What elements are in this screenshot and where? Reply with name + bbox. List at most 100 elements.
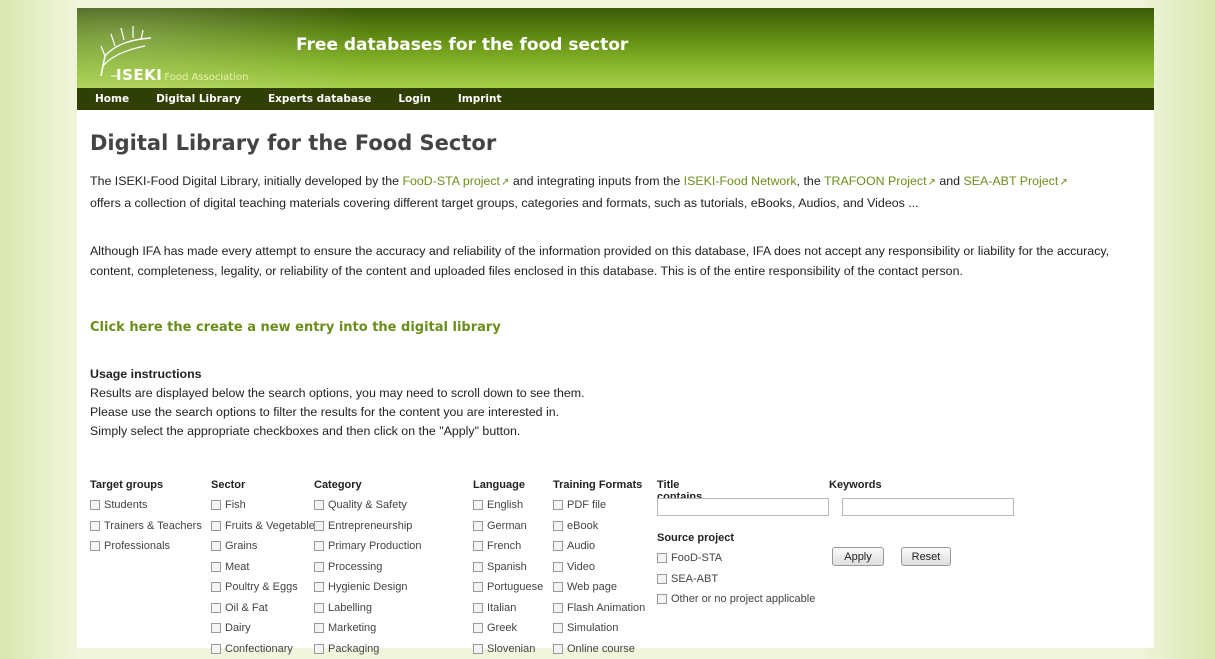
filter-option[interactable]: Dairy <box>211 618 320 639</box>
checkbox[interactable] <box>473 541 483 551</box>
filter-option[interactable]: SEA-ABT <box>657 569 815 590</box>
filter-option[interactable]: Professionals <box>90 536 202 557</box>
seaabt-project-link[interactable]: SEA-ABT Project <box>964 174 1059 188</box>
checkbox[interactable] <box>211 521 221 531</box>
checkbox[interactable] <box>314 603 324 613</box>
create-entry-link[interactable]: Click here the create a new entry into t… <box>90 320 501 335</box>
filter-option[interactable]: French <box>473 536 543 557</box>
option-label: French <box>487 540 521 552</box>
checkbox[interactable] <box>90 500 100 510</box>
nav-digital-library[interactable]: Digital Library <box>156 93 241 105</box>
checkbox[interactable] <box>314 562 324 572</box>
filter-option[interactable]: Audio <box>553 536 645 557</box>
filter-option[interactable]: Oil & Fat <box>211 598 320 619</box>
filter-option[interactable]: Confectionary <box>211 639 320 659</box>
checkbox[interactable] <box>473 500 483 510</box>
filter-option[interactable]: Students <box>90 495 202 516</box>
checkbox[interactable] <box>314 500 324 510</box>
option-label: Simulation <box>567 622 618 634</box>
checkbox[interactable] <box>90 541 100 551</box>
filter-option[interactable]: German <box>473 516 543 537</box>
checkbox[interactable] <box>473 582 483 592</box>
nav-login[interactable]: Login <box>398 93 431 105</box>
checkbox[interactable] <box>211 623 221 633</box>
nav-imprint[interactable]: Imprint <box>458 93 502 105</box>
checkbox[interactable] <box>657 553 667 563</box>
checkbox[interactable] <box>473 562 483 572</box>
checkbox[interactable] <box>473 603 483 613</box>
title-contains-input[interactable] <box>657 498 829 516</box>
intro-paragraph: The ISEKI-Food Digital Library, initiall… <box>90 171 1140 213</box>
checkbox[interactable] <box>314 582 324 592</box>
nav-home[interactable]: Home <box>95 93 129 105</box>
filter-option[interactable]: Fruits & Vegetables <box>211 516 320 537</box>
checkbox[interactable] <box>211 603 221 613</box>
filter-option[interactable]: Trainers & Teachers <box>90 516 202 537</box>
checkbox[interactable] <box>553 644 563 654</box>
filter-option[interactable]: Simulation <box>553 618 645 639</box>
trafoon-project-link[interactable]: TRAFOON Project <box>824 174 927 188</box>
main-nav: Home Digital Library Experts database Lo… <box>77 88 1154 110</box>
checkbox[interactable] <box>473 644 483 654</box>
page: ISEKIFood Association Free databases for… <box>77 8 1154 648</box>
filter-option[interactable]: Video <box>553 557 645 578</box>
apply-button[interactable]: Apply <box>832 547 884 566</box>
intro-text: and integrating inputs from the <box>509 174 683 188</box>
filter-option[interactable]: PDF file <box>553 495 645 516</box>
checkbox[interactable] <box>314 541 324 551</box>
filter-option[interactable]: Fish <box>211 495 320 516</box>
checkbox[interactable] <box>553 521 563 531</box>
checkbox[interactable] <box>553 603 563 613</box>
filter-option[interactable]: FooD-STA <box>657 548 815 569</box>
checkbox[interactable] <box>553 541 563 551</box>
checkbox[interactable] <box>211 500 221 510</box>
filter-option[interactable]: Spanish <box>473 557 543 578</box>
filter-option[interactable]: Labelling <box>314 598 422 619</box>
foodsta-project-link[interactable]: FooD-STA project <box>402 174 500 188</box>
checkbox[interactable] <box>657 574 667 584</box>
filter-option[interactable]: eBook <box>553 516 645 537</box>
filter-option[interactable]: Entrepreneurship <box>314 516 422 537</box>
checkbox[interactable] <box>314 521 324 531</box>
filter-option[interactable]: Grains <box>211 536 320 557</box>
filter-option[interactable]: Quality & Safety <box>314 495 422 516</box>
checkbox[interactable] <box>473 521 483 531</box>
checkbox[interactable] <box>314 623 324 633</box>
filter-option[interactable]: Web page <box>553 577 645 598</box>
filter-option[interactable]: Marketing <box>314 618 422 639</box>
checkbox[interactable] <box>553 500 563 510</box>
checkbox[interactable] <box>553 562 563 572</box>
filter-option[interactable]: Portuguese <box>473 577 543 598</box>
filter-option[interactable]: Poultry & Eggs <box>211 577 320 598</box>
checkbox[interactable] <box>553 582 563 592</box>
filter-option[interactable]: Packaging <box>314 639 422 659</box>
checkbox[interactable] <box>211 644 221 654</box>
reset-button[interactable]: Reset <box>901 547 951 566</box>
site-logo[interactable]: ISEKIFood Association <box>89 16 289 84</box>
checkbox[interactable] <box>211 541 221 551</box>
checkbox[interactable] <box>553 623 563 633</box>
filter-option[interactable]: Flash Animation <box>553 598 645 619</box>
option-label: SEA-ABT <box>671 573 718 585</box>
keywords-input[interactable] <box>842 498 1014 516</box>
filter-option[interactable]: Slovenian <box>473 639 543 659</box>
filter-option[interactable]: Primary Production <box>314 536 422 557</box>
filter-option[interactable]: Meat <box>211 557 320 578</box>
filter-option[interactable]: Processing <box>314 557 422 578</box>
iseki-network-link[interactable]: ISEKI-Food Network <box>684 174 797 188</box>
checkbox[interactable] <box>314 644 324 654</box>
filter-option[interactable]: Hygienic Design <box>314 577 422 598</box>
checkbox[interactable] <box>211 562 221 572</box>
filter-option[interactable]: English <box>473 495 543 516</box>
filter-option[interactable]: Italian <box>473 598 543 619</box>
checkbox[interactable] <box>473 623 483 633</box>
filter-option[interactable]: Other or no project applicable <box>657 589 815 610</box>
checkbox[interactable] <box>657 594 667 604</box>
nav-experts-database[interactable]: Experts database <box>268 93 371 105</box>
filter-option[interactable]: Greek <box>473 618 543 639</box>
intro-text: and <box>936 174 964 188</box>
option-label: English <box>487 499 523 511</box>
checkbox[interactable] <box>211 582 221 592</box>
filter-option[interactable]: Online course <box>553 639 645 659</box>
checkbox[interactable] <box>90 521 100 531</box>
